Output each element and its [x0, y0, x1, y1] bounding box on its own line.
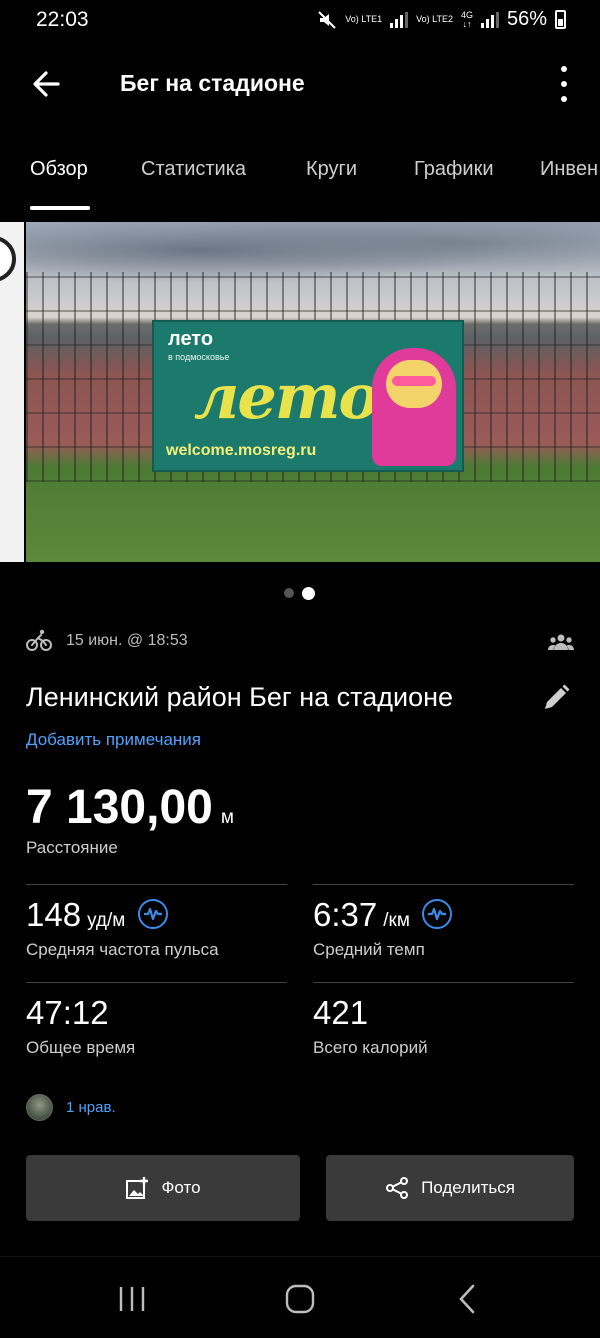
battery-percent: 56%	[506, 8, 547, 30]
home-button[interactable]	[280, 1283, 320, 1315]
banner-title: лето	[168, 328, 214, 350]
dot-icon	[561, 66, 567, 72]
add-photo-icon	[126, 1177, 149, 1199]
network-lte1-icon: Vo) LTE1	[345, 14, 383, 24]
status-time: 22:03	[36, 8, 89, 31]
time-label: Общее время	[26, 1038, 136, 1057]
mute-icon	[318, 10, 336, 29]
add-photo-label: Фото	[161, 1178, 201, 1197]
network-lte2-icon: Vo) LTE2	[416, 14, 453, 24]
status-icons: Vo) LTE1 Vo) LTE2 4G ↓↑ 56%	[317, 8, 566, 31]
tab-charts[interactable]: Графики	[414, 158, 494, 181]
banner-script: лето	[194, 360, 380, 433]
tab-gear[interactable]: Инвен	[540, 158, 598, 181]
hr-value: 148	[26, 896, 82, 933]
add-photo-button[interactable]: Фото	[26, 1155, 300, 1221]
pace-label: Средний темп	[313, 940, 425, 959]
signal-strength-1-icon	[390, 11, 409, 28]
more-menu-button[interactable]	[556, 66, 572, 102]
tab-bar: Обзор Статистика Круги Графики Инвен	[0, 150, 600, 212]
pace-unit: /км	[383, 910, 410, 931]
group-icon[interactable]	[548, 631, 574, 653]
network-4g-icon: 4G ↓↑	[460, 9, 473, 29]
add-note-link[interactable]: Добавить примечания	[26, 730, 201, 750]
avg-heart-rate-stat: 148 уд/м Средняя частота пульса	[26, 896, 219, 960]
home-icon	[285, 1284, 315, 1314]
divider	[313, 982, 574, 983]
photo-banner: лето в подмосковье лето welcome.mosreg.r…	[152, 320, 464, 472]
carousel-page-indicator	[284, 586, 315, 600]
distance-unit: м	[220, 807, 234, 828]
dot-icon	[561, 81, 567, 87]
photo-carousel[interactable]: лето в подмосковье лето welcome.mosreg.r…	[0, 222, 600, 562]
activity-name: Ленинский район Бег на стадионе	[26, 682, 454, 712]
activity-date: 15 июн. @ 18:53	[66, 632, 188, 649]
hr-unit: уд/м	[87, 910, 126, 931]
tab-overview[interactable]: Обзор	[30, 158, 88, 181]
active-tab-indicator	[30, 206, 90, 210]
hr-label: Средняя частота пульса	[26, 940, 219, 959]
tab-statistics[interactable]: Статистика	[141, 158, 246, 181]
distance-label: Расстояние	[26, 838, 118, 857]
avg-pace-stat: 6:37/км Средний темп	[313, 896, 453, 960]
distance-value: 7 130,00	[26, 781, 213, 834]
calories-label: Всего калорий	[313, 1038, 428, 1057]
share-label: Поделиться	[421, 1178, 515, 1197]
dot-icon	[561, 96, 567, 102]
share-icon	[386, 1177, 409, 1199]
activity-meta: 15 июн. @ 18:53	[26, 628, 574, 656]
page-dot	[284, 588, 294, 598]
running-activity-icon	[26, 629, 52, 651]
activity-photo[interactable]: лето в подмосковье лето welcome.mosreg.r…	[26, 222, 600, 562]
app-bar: Бег на стадионе	[0, 52, 600, 116]
status-bar: 22:03 Vo) LTE1 Vo) LTE2 4G ↓↑ 56%	[0, 0, 600, 44]
page-dot-active	[302, 586, 315, 600]
page-title: Бег на стадионе	[120, 70, 305, 96]
signal-strength-2-icon	[480, 11, 499, 28]
edit-name-button[interactable]	[540, 682, 572, 714]
previous-map-card[interactable]	[0, 222, 24, 562]
recent-apps-button[interactable]	[112, 1283, 152, 1315]
banner-url: welcome.mosreg.ru	[166, 442, 317, 459]
tab-laps[interactable]: Круги	[306, 158, 357, 181]
heart-rate-wave-icon[interactable]	[137, 899, 168, 929]
pencil-icon	[545, 684, 570, 709]
map-marker-icon	[0, 236, 16, 282]
arrow-left-icon	[33, 71, 60, 97]
divider	[313, 884, 574, 885]
total-time-stat: 47:12 Общее время	[26, 994, 135, 1058]
calories-value: 421	[313, 994, 369, 1031]
pace-wave-icon[interactable]	[422, 899, 453, 929]
system-back-button[interactable]	[448, 1283, 488, 1315]
calories-stat: 421 Всего калорий	[313, 994, 428, 1058]
system-navigation-bar	[0, 1256, 600, 1338]
chevron-left-icon	[459, 1284, 475, 1314]
battery-icon	[555, 10, 566, 29]
divider	[26, 982, 287, 983]
matryoshka-illustration	[372, 348, 456, 466]
share-button[interactable]: Поделиться	[326, 1155, 574, 1221]
likes-count[interactable]: 1 нрав.	[66, 1099, 116, 1116]
back-button[interactable]	[28, 66, 68, 102]
distance-stat: 7 130,00 м	[26, 780, 234, 835]
pace-value: 6:37	[313, 896, 378, 933]
avatar	[26, 1094, 53, 1121]
recent-apps-icon	[119, 1287, 145, 1311]
divider	[26, 884, 287, 885]
time-value: 47:12	[26, 994, 109, 1031]
